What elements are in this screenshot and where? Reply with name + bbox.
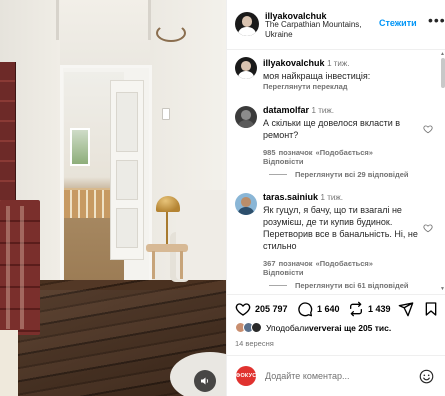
comments-list[interactable]: illyakovalchuk 1 тиж. моя найкраща інвес… (227, 50, 441, 294)
like-comment-heart-icon[interactable] (423, 223, 433, 233)
liked-by-prefix: Уподобали (266, 322, 309, 333)
replies-divider (269, 285, 287, 286)
follow-button[interactable]: Стежити (379, 18, 417, 28)
view-replies-label[interactable]: Переглянути всі 61 відповідей (295, 281, 409, 290)
comment-body: А скільки ще довелося вкласти в ремонт? (263, 118, 401, 140)
commenter-avatar[interactable] (235, 106, 257, 128)
comment-composer: ФОКУС (227, 355, 445, 396)
emoji-icon[interactable] (419, 369, 434, 384)
comment-text: datamolfar 1 тиж. А скільки ще довелося … (263, 104, 423, 141)
translate-link[interactable]: Переглянути переклад (263, 82, 348, 91)
door-panel (116, 92, 138, 152)
next-room-window (70, 128, 90, 166)
replies-divider (269, 174, 287, 175)
caption-time: 1 тиж. (327, 59, 350, 68)
view-replies[interactable]: Переглянути всі 29 відповідей (263, 170, 409, 179)
like-comment-heart-icon[interactable] (423, 124, 433, 134)
mute-button[interactable] (194, 370, 216, 392)
reposts-count[interactable]: 1 439 (368, 304, 391, 314)
commenter-avatar[interactable] (235, 193, 257, 215)
caption-username[interactable]: illyakovalchuk (263, 58, 325, 68)
sofa (176, 190, 226, 280)
bookmark-icon[interactable] (423, 301, 439, 317)
comment-input[interactable] (265, 368, 415, 384)
comment-meta: 985 позначок «Подобається» Відповісти (263, 148, 435, 166)
view-replies-label[interactable]: Переглянути всі 29 відповідей (295, 170, 409, 179)
caption-body: моя найкраща інвестиція: (263, 71, 371, 81)
liker-avatar[interactable] (251, 322, 262, 333)
comments-scrollbar[interactable] (441, 58, 445, 88)
author-avatar[interactable] (235, 57, 257, 79)
liked-by-suffix[interactable]: і ще 205 тис. (339, 323, 391, 333)
comment-body: Як гуцул, я бачу, що ти взагалі не розум… (263, 205, 418, 251)
comment-likes[interactable]: 367 позначок «Подобається» (263, 259, 373, 268)
post-location[interactable]: The Carpathian Mountains, Ukraine (265, 20, 365, 40)
comment-likes[interactable]: 985 позначок «Подобається» (263, 148, 373, 157)
ceiling-cable (156, 24, 186, 42)
comment-item: taras.sainiuk 1 тиж. Як гуцул, я бачу, щ… (235, 191, 435, 294)
comment-meta: 367 позначок «Подобається» Відповісти (263, 259, 435, 277)
ceiling-beam (148, 0, 151, 40)
post-header: illyakovalchuk The Carpathian Mountains,… (227, 0, 445, 50)
liked-by-user[interactable]: ververa (309, 323, 339, 333)
door-panel (116, 208, 138, 248)
post-actions: 205 797 1 640 1 439 Уподобали ververa і … (227, 294, 445, 396)
comment-time: 1 тиж. (320, 193, 343, 202)
speaker-icon (201, 377, 209, 385)
scroll-up-arrow-icon[interactable]: ▲ (440, 51, 445, 57)
likes-count[interactable]: 205 797 (255, 304, 288, 314)
current-user-avatar[interactable]: ФОКУС (236, 366, 256, 386)
stool-leg (152, 251, 155, 279)
post-media[interactable] (0, 0, 226, 396)
wall-vent (162, 108, 170, 120)
stove-base (0, 330, 18, 396)
comment-time: 1 тиж. (311, 106, 334, 115)
more-options-icon[interactable]: ••• (428, 12, 445, 28)
scroll-down-arrow-icon[interactable]: ▼ (440, 286, 445, 292)
like-heart-icon[interactable] (235, 301, 251, 317)
view-replies[interactable]: Переглянути всі 61 відповідей (263, 281, 409, 290)
caption-text: illyakovalchuk 1 тиж. моя найкраща інвес… (263, 57, 423, 82)
tiled-stove-front (0, 200, 40, 335)
reply-button[interactable]: Відповісти (263, 268, 304, 277)
post-sidebar: illyakovalchuk The Carpathian Mountains,… (226, 0, 445, 396)
author-avatar[interactable] (235, 12, 259, 36)
comment-bubble-icon[interactable] (297, 301, 313, 317)
reply-button[interactable]: Відповісти (263, 157, 304, 166)
stool-leg (180, 251, 183, 279)
comments-count[interactable]: 1 640 (317, 304, 340, 314)
door-panel (116, 160, 138, 200)
repost-icon[interactable] (348, 301, 364, 317)
caption: illyakovalchuk 1 тиж. моя найкраща інвес… (235, 57, 435, 97)
lamp-pole (166, 210, 168, 248)
share-send-icon[interactable] (398, 301, 414, 317)
post-date: 14 вересня (235, 339, 274, 348)
comment-username[interactable]: taras.sainiuk (263, 192, 318, 202)
comment-item: datamolfar 1 тиж. А скільки ще довелося … (235, 104, 435, 186)
ceiling-beam (56, 0, 59, 40)
liked-by-row[interactable]: Уподобали ververa і ще 205 тис. (235, 322, 391, 333)
comment-text: taras.sainiuk 1 тиж. Як гуцул, я бачу, щ… (263, 191, 423, 252)
comment-username[interactable]: datamolfar (263, 105, 309, 115)
